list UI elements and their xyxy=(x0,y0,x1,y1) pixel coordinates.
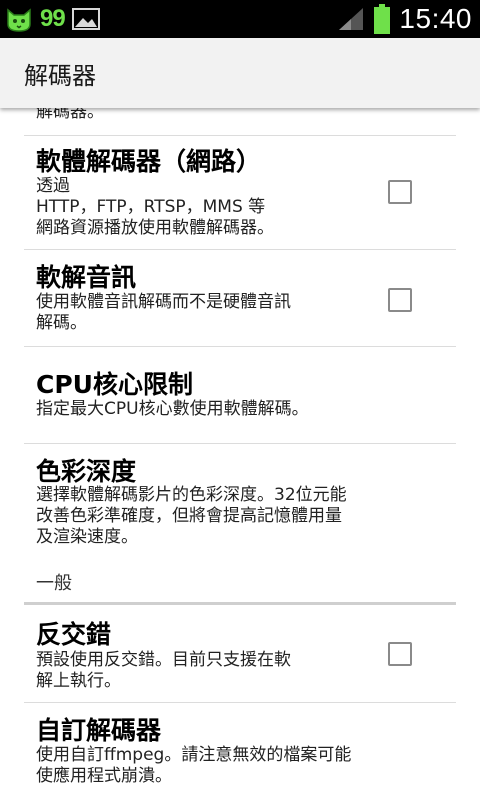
setting-color-depth[interactable]: 色彩深度 選擇軟體解碼影片的色彩深度。32位元能 改善色彩準確度，但將會提高記憶… xyxy=(0,444,480,562)
setting-summary: 預設使用反交錯。目前只支援在軟 解上執行。 xyxy=(36,650,291,691)
setting-title: 軟解音訊 xyxy=(36,263,137,292)
soft-audio-checkbox[interactable] xyxy=(388,288,412,312)
setting-deinterlace[interactable]: 反交錯 預設使用反交錯。目前只支援在軟 解上執行。 xyxy=(0,605,480,703)
setting-summary: 透過 HTTP，FTP，RTSP，MMS 等 網路資源播放使用軟體解碼器。 xyxy=(36,176,274,238)
setting-title: 軟體解碼器（網路） xyxy=(36,147,262,176)
system-status-area: 15:40 xyxy=(337,0,472,38)
notification-area: 99 xyxy=(4,4,101,34)
signal-icon xyxy=(339,8,364,30)
setting-custom-codec[interactable]: 自訂解碼器 使用自訂ffmpeg。請注意無效的檔案可能 使應用程式崩潰。 xyxy=(0,703,480,800)
setting-title: 色彩深度 xyxy=(36,457,137,486)
clock: 15:40 xyxy=(399,3,472,34)
settings-list[interactable]: 解碼器。 軟體解碼器（網路） 透過 HTTP，FTP，RTSP，MMS 等 網路… xyxy=(0,108,480,800)
setting-cpu-core-limit[interactable]: CPU核心限制 指定最大CPU核心數使用軟體解碼。 xyxy=(0,347,480,443)
setting-title: CPU核心限制 xyxy=(36,370,193,399)
image-notification-icon xyxy=(71,8,100,30)
partial-summary: 解碼器。 xyxy=(36,108,104,122)
cat-notification-icon xyxy=(7,8,31,32)
deinterlace-checkbox[interactable] xyxy=(388,642,412,666)
setting-summary: 指定最大CPU核心數使用軟體解碼。 xyxy=(36,399,309,419)
battery-icon xyxy=(374,4,391,34)
setting-summary: 使用自訂ffmpeg。請注意無效的檔案可能 使應用程式崩潰。 xyxy=(36,745,352,786)
status-bar: 99 15:40 xyxy=(0,0,480,38)
action-bar: 解碼器 xyxy=(0,38,480,108)
screen-title: 解碼器 xyxy=(24,62,96,90)
battery-level-text: 99 xyxy=(40,5,66,32)
software-decoder-network-checkbox[interactable] xyxy=(388,180,412,204)
setting-soft-audio[interactable]: 軟解音訊 使用軟體音訊解碼而不是硬體音訊 解碼。 xyxy=(0,250,480,346)
setting-title: 自訂解碼器 xyxy=(36,716,162,745)
setting-summary: 選擇軟體解碼影片的色彩深度。32位元能 改善色彩準確度，但將會提高記憶體用量 及… xyxy=(36,485,347,547)
setting-title: 反交錯 xyxy=(36,620,112,649)
category-header-general: 一般 xyxy=(36,573,72,594)
setting-software-decoder-network[interactable]: 軟體解碼器（網路） 透過 HTTP，FTP，RTSP，MMS 等 網路資源播放使… xyxy=(0,136,480,250)
list-item-partial: 解碼器。 xyxy=(0,108,480,136)
setting-summary: 使用軟體音訊解碼而不是硬體音訊 解碼。 xyxy=(36,292,291,333)
